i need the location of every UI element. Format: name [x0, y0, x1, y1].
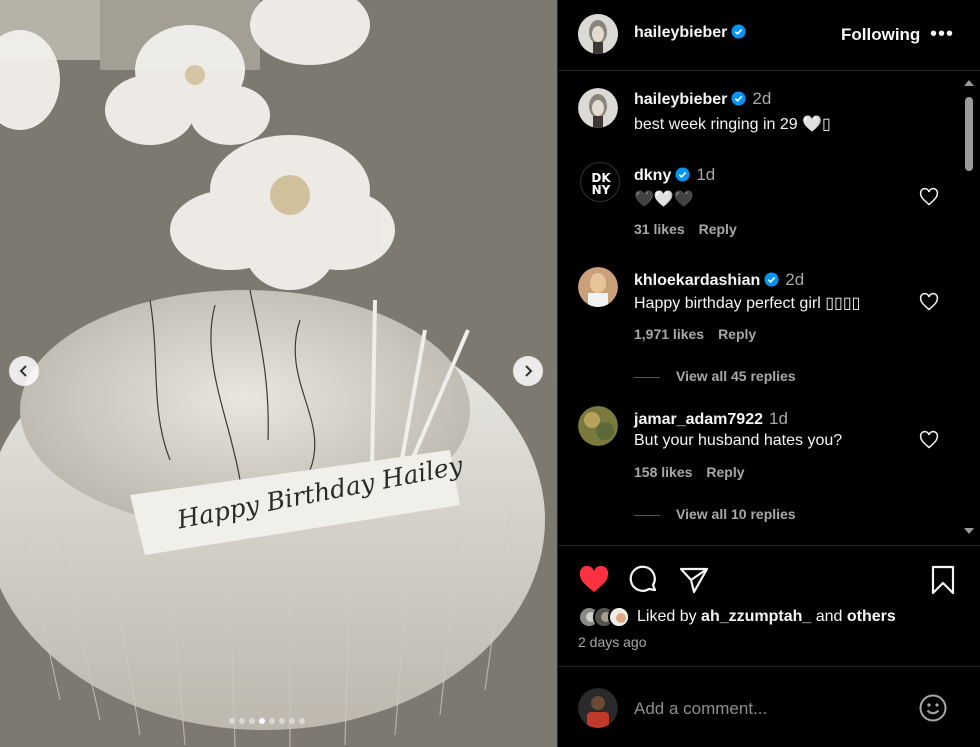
- view-replies-button[interactable]: View all 45 replies: [634, 368, 796, 384]
- comment-username-row: khloekardashian 2d: [634, 270, 804, 290]
- comments-list[interactable]: haileybieber 2d best week ringing in 29 🤍…: [558, 72, 980, 544]
- emoji-picker-icon[interactable]: [918, 693, 948, 723]
- comment-meta: 158 likes Reply: [634, 464, 759, 480]
- slide-dot: [279, 718, 285, 724]
- replies-divider-line: [634, 514, 660, 516]
- scroll-down-arrow-icon[interactable]: [964, 528, 974, 534]
- post-date[interactable]: 2 days ago: [578, 634, 647, 650]
- comment-time[interactable]: 1d: [769, 409, 788, 428]
- comment-time[interactable]: 2d: [785, 270, 804, 289]
- comments-scrollbar[interactable]: [959, 72, 979, 544]
- following-button[interactable]: Following: [841, 25, 920, 45]
- liked-by-others-link[interactable]: others: [847, 608, 896, 625]
- slide-dot: [269, 718, 275, 724]
- view-replies-button[interactable]: View all 10 replies: [634, 506, 796, 522]
- next-slide-button[interactable]: [513, 356, 543, 386]
- comment-meta: 31 likes Reply: [634, 221, 751, 237]
- comment-item: khloekardashian 2d Happy birthday perfect…: [558, 267, 958, 387]
- portrait-icon: [578, 14, 618, 54]
- slide-dot: [249, 718, 255, 724]
- portrait-icon: [578, 88, 618, 128]
- liked-by-and: and: [815, 608, 843, 625]
- slide-dot: [229, 718, 235, 724]
- portrait-icon: [610, 608, 628, 626]
- share-icon[interactable]: [678, 564, 710, 596]
- caption-avatar[interactable]: [578, 88, 618, 128]
- comment-username-row: jamar_adam7922 1d: [634, 409, 788, 429]
- chevron-right-icon: [525, 365, 533, 377]
- cake-photo: [0, 0, 557, 747]
- heart-outline-icon[interactable]: [919, 430, 939, 450]
- comment-avatar[interactable]: DK NY: [580, 162, 620, 202]
- view-replies-label: View all 45 replies: [676, 368, 796, 384]
- comment-likes[interactable]: 31 likes: [634, 221, 685, 237]
- comment-text: Happy birthday perfect girl ▯▯▯▯: [634, 295, 861, 312]
- portrait-icon: [578, 688, 618, 728]
- dkny-logo-icon: DK NY: [582, 164, 619, 201]
- scroll-up-arrow-icon[interactable]: [964, 80, 974, 86]
- comment-time[interactable]: 1d: [696, 165, 715, 184]
- save-bookmark-icon[interactable]: [927, 564, 959, 596]
- like-heart-filled-icon[interactable]: [578, 564, 610, 596]
- liked-by-user-link[interactable]: ah_zzumptah_: [701, 608, 811, 625]
- liked-by-text: Liked by ah_zzumptah_ and others: [637, 608, 896, 626]
- liked-by-row: Liked by ah_zzumptah_ and others: [578, 606, 896, 628]
- caption-text: best week ringing in 29 🤍▯: [634, 116, 831, 133]
- slide-dot: [259, 718, 265, 724]
- verified-badge-icon: [675, 167, 690, 182]
- previous-slide-button[interactable]: [9, 356, 39, 386]
- add-comment-bar: [558, 666, 980, 747]
- heart-outline-icon[interactable]: [919, 187, 939, 207]
- slide-indicator: [229, 718, 305, 724]
- slide-dot: [239, 718, 245, 724]
- portrait-icon: [578, 406, 618, 446]
- reply-button[interactable]: Reply: [706, 464, 744, 480]
- post-caption: haileybieber 2d best week ringing in 29 🤍…: [558, 86, 958, 146]
- comment-avatar[interactable]: [578, 406, 618, 446]
- liked-by-prefix: Liked by: [637, 608, 697, 625]
- caption-username[interactable]: haileybieber: [634, 91, 727, 108]
- comment-username[interactable]: khloekardashian: [634, 272, 760, 289]
- reply-button[interactable]: Reply: [699, 221, 737, 237]
- comment-meta: 1,971 likes Reply: [634, 326, 770, 342]
- comment-text: But your husband hates you?: [634, 432, 843, 449]
- heart-outline-icon[interactable]: [919, 292, 939, 312]
- liker-avatar[interactable]: [608, 606, 630, 628]
- view-replies-label: View all 10 replies: [676, 506, 796, 522]
- comment-icon[interactable]: [628, 564, 660, 596]
- post-media[interactable]: Happy Birthday Hailey: [0, 0, 557, 747]
- comment-likes[interactable]: 1,971 likes: [634, 326, 704, 342]
- scrollbar-thumb[interactable]: [965, 97, 973, 171]
- comment-likes[interactable]: 158 likes: [634, 464, 692, 480]
- slide-dot: [299, 718, 305, 724]
- comment-username-row: dkny 1d: [634, 165, 715, 185]
- comment-username[interactable]: jamar_adam7922: [634, 411, 763, 428]
- post-header: haileybieber Following •••: [558, 0, 980, 71]
- chevron-left-icon: [19, 365, 27, 377]
- svg-text:NY: NY: [592, 183, 611, 197]
- verified-badge-icon: [731, 24, 746, 39]
- portrait-icon: [578, 267, 618, 307]
- author-username[interactable]: haileybieber: [634, 24, 727, 41]
- verified-badge-icon: [764, 272, 779, 287]
- comment-avatar[interactable]: [578, 267, 618, 307]
- comment-item: jamar_adam7922 1d But your husband hates …: [558, 406, 958, 526]
- caption-username-row: haileybieber 2d: [634, 89, 771, 109]
- post-details-panel: haileybieber Following ••• haileybieber 2…: [557, 0, 980, 747]
- slide-dot: [289, 718, 295, 724]
- author-username-link[interactable]: haileybieber: [634, 24, 746, 42]
- comment-username[interactable]: dkny: [634, 167, 671, 184]
- reply-button[interactable]: Reply: [718, 326, 756, 342]
- replies-divider-line: [634, 376, 660, 378]
- post-actions: Liked by ah_zzumptah_ and others 2 days …: [558, 545, 980, 665]
- author-avatar[interactable]: [578, 14, 618, 54]
- more-options-button[interactable]: •••: [930, 23, 954, 46]
- comment-input[interactable]: [634, 697, 894, 721]
- comment-item: DK NY dkny 1d 🖤🤍🖤 31 likes Reply: [558, 162, 958, 242]
- comment-text: 🖤🤍🖤: [634, 191, 694, 208]
- verified-badge-icon: [731, 91, 746, 106]
- current-user-avatar: [578, 688, 618, 728]
- caption-time[interactable]: 2d: [752, 89, 771, 108]
